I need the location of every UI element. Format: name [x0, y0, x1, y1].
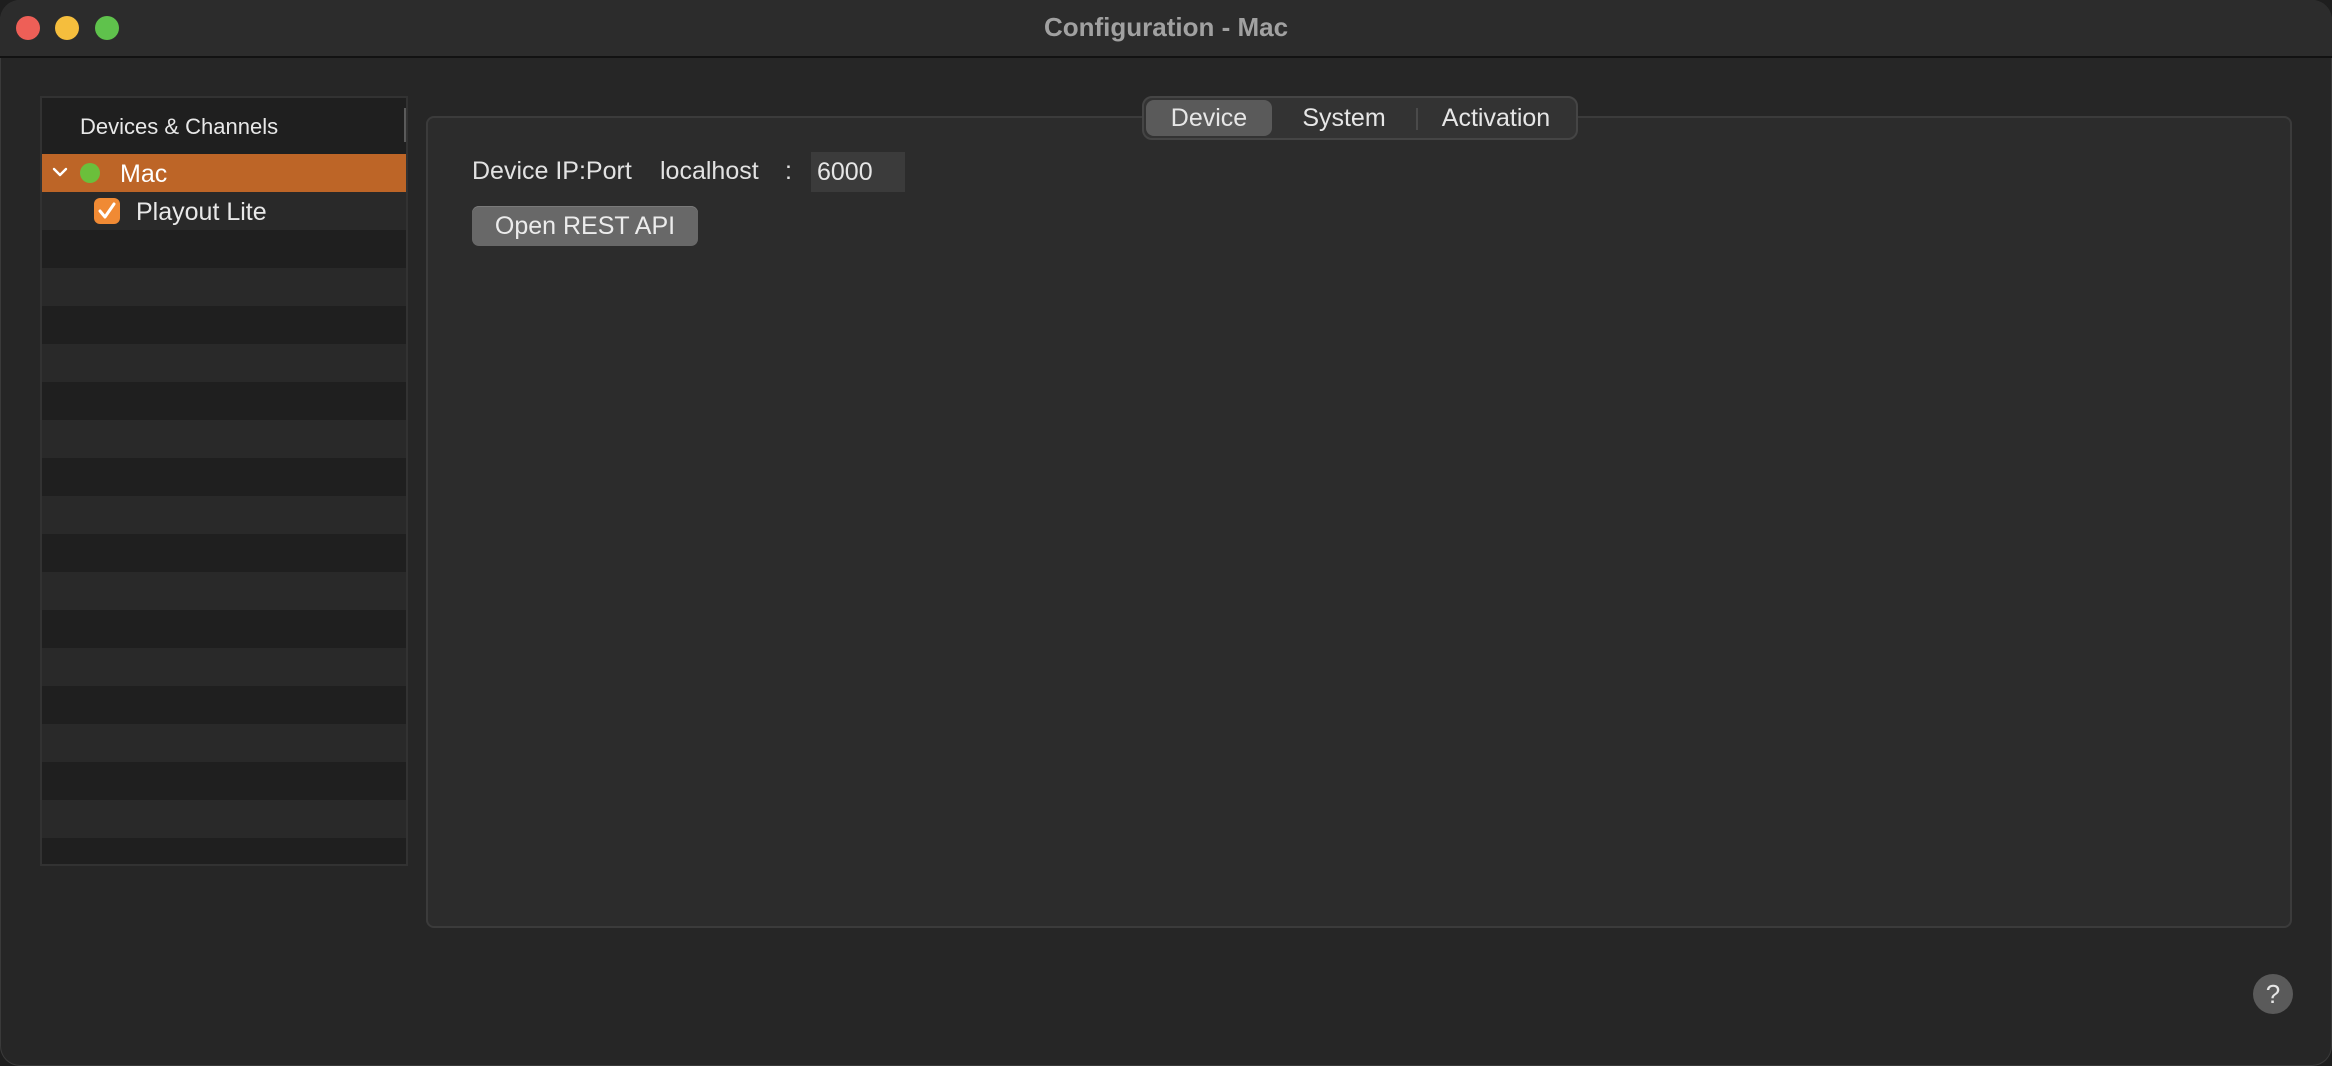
port-input[interactable]: [811, 152, 905, 192]
window-title: Configuration - Mac: [1043, 12, 1289, 42]
sidebar-header[interactable]: Devices & Channels: [42, 98, 406, 154]
sidebar-item-playout-lite[interactable]: Playout Lite: [42, 192, 406, 230]
device-ip-port-label: Device IP:Port: [472, 157, 632, 185]
title-bar: Configuration - Mac: [0, 0, 2332, 58]
settings-panel: [426, 116, 2292, 928]
chevron-down-icon[interactable]: [50, 162, 70, 182]
help-button[interactable]: ?: [2253, 974, 2293, 1014]
configuration-window: Configuration - Mac Devices & Channels M…: [0, 0, 2332, 1066]
tab-system[interactable]: System: [1274, 100, 1414, 136]
sidebar-item-label: Playout Lite: [136, 198, 267, 226]
sidebar-rows: [42, 154, 406, 864]
sidebar-item-label: Mac: [120, 160, 168, 188]
checkmark-icon: [98, 202, 116, 219]
tab-activation[interactable]: Activation: [1418, 100, 1574, 136]
channel-enabled-checkbox[interactable]: [94, 198, 120, 224]
column-divider: [404, 108, 406, 142]
host-value: localhost: [660, 157, 759, 185]
sidebar-header-label: Devices & Channels: [80, 114, 279, 139]
devices-sidebar: Devices & Channels Mac Playout Lite: [40, 96, 408, 866]
tab-bar: Device System Activation: [1142, 96, 1578, 140]
status-online-icon: [80, 163, 100, 183]
host-port-separator: :: [785, 157, 792, 185]
open-rest-api-button[interactable]: Open REST API: [472, 206, 698, 246]
tab-device[interactable]: Device: [1146, 100, 1272, 136]
sidebar-item-mac[interactable]: Mac: [42, 154, 406, 192]
